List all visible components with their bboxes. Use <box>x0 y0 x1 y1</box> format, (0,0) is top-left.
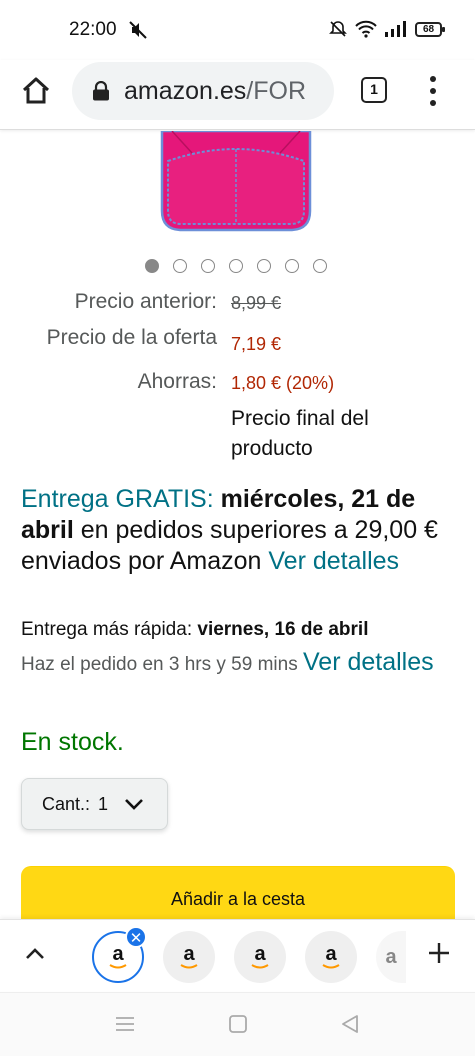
fast-delivery-info: Entrega más rápida: viernes, 16 de abril <box>21 617 461 643</box>
browser-toolbar: amazon.es/FOR 1 <box>0 60 475 130</box>
delivery-details-link[interactable]: Ver detalles <box>268 547 399 575</box>
tab-strip: a ✕ a a a a <box>0 919 475 991</box>
free-delivery-label: Entrega GRATIS: <box>21 485 214 513</box>
amazon-smile-icon <box>251 963 269 968</box>
tab-thumb[interactable]: a <box>305 931 357 983</box>
price-deal-label: Precio de la oferta <box>46 326 217 349</box>
carousel-dot[interactable] <box>257 259 271 273</box>
order-countdown: Haz el pedido en 3 hrs y 59 mins Ver det… <box>21 647 461 680</box>
wifi-icon <box>355 20 377 38</box>
amazon-smile-icon <box>180 963 198 968</box>
image-carousel-dots <box>145 259 327 273</box>
delivery-info: Entrega GRATIS: miércoles, 21 de abril e… <box>21 484 451 577</box>
status-time: 22:00 <box>69 19 117 40</box>
address-bar[interactable]: amazon.es/FOR <box>72 62 334 120</box>
url-text: amazon.es/FOR <box>124 77 306 106</box>
carousel-dot[interactable] <box>173 259 187 273</box>
plus-icon[interactable] <box>428 942 450 964</box>
signal-icon <box>385 21 406 37</box>
chevron-down-icon <box>125 799 143 810</box>
price-final-note: Precio final del producto <box>231 407 369 460</box>
quantity-select[interactable]: Cant.: 1 <box>21 778 168 830</box>
fast-delivery-label: Entrega más rápida: <box>21 619 193 640</box>
price-savings-value: 1,80 € (20%) <box>231 373 335 393</box>
amazon-smile-icon <box>109 963 127 968</box>
status-bar: 22:00 68 <box>0 0 475 60</box>
url-domain: amazon.es <box>124 76 247 105</box>
fast-delivery-date: viernes, 16 de abril <box>197 619 369 640</box>
more-vert-icon[interactable] <box>424 74 442 108</box>
tabs-icon[interactable]: 1 <box>361 77 387 103</box>
status-icons: 68 <box>329 20 445 38</box>
order-countdown-text: Haz el pedido en 3 hrs y 59 mins <box>21 654 298 675</box>
battery-icon: 68 <box>415 21 445 37</box>
alarm-off-icon <box>329 21 347 37</box>
amazon-smile-icon <box>322 963 340 968</box>
tab-thumb[interactable]: a <box>163 931 215 983</box>
price-previous-value: 8,99 € <box>231 293 282 313</box>
quantity-value: 1 <box>98 793 109 814</box>
price-savings-label: Ahorras: <box>137 370 217 393</box>
home-nav-icon[interactable] <box>227 1013 249 1035</box>
amazon-logo: a <box>183 942 195 965</box>
mute-icon <box>129 21 147 39</box>
close-icon[interactable]: ✕ <box>125 926 147 948</box>
carousel-dot[interactable] <box>229 259 243 273</box>
lock-icon <box>93 81 109 101</box>
stock-status: En stock. <box>21 728 124 756</box>
carousel-dot[interactable] <box>313 259 327 273</box>
system-nav-bar <box>0 992 475 1056</box>
fast-details-link[interactable]: Ver detalles <box>303 648 434 676</box>
tab-thumb[interactable]: a <box>234 931 286 983</box>
amazon-logo: a <box>385 946 397 968</box>
home-icon[interactable] <box>20 75 52 107</box>
back-icon[interactable] <box>339 1013 361 1035</box>
url-path: /FOR <box>246 76 307 105</box>
carousel-dot-active[interactable] <box>145 259 159 273</box>
carousel-dot[interactable] <box>201 259 215 273</box>
amazon-logo: a <box>325 942 337 965</box>
carousel-dot[interactable] <box>285 259 299 273</box>
chevron-up-icon[interactable] <box>24 946 46 960</box>
price-deal-value: 7,19 € <box>231 334 282 354</box>
tab-thumb[interactable]: a <box>376 931 406 983</box>
product-image[interactable] <box>0 131 475 236</box>
amazon-logo: a <box>254 942 266 965</box>
quantity-label: Cant.: <box>42 793 91 814</box>
amazon-logo: a <box>112 942 124 965</box>
price-previous-label: Precio anterior: <box>74 290 217 313</box>
recents-icon[interactable] <box>114 1013 136 1035</box>
